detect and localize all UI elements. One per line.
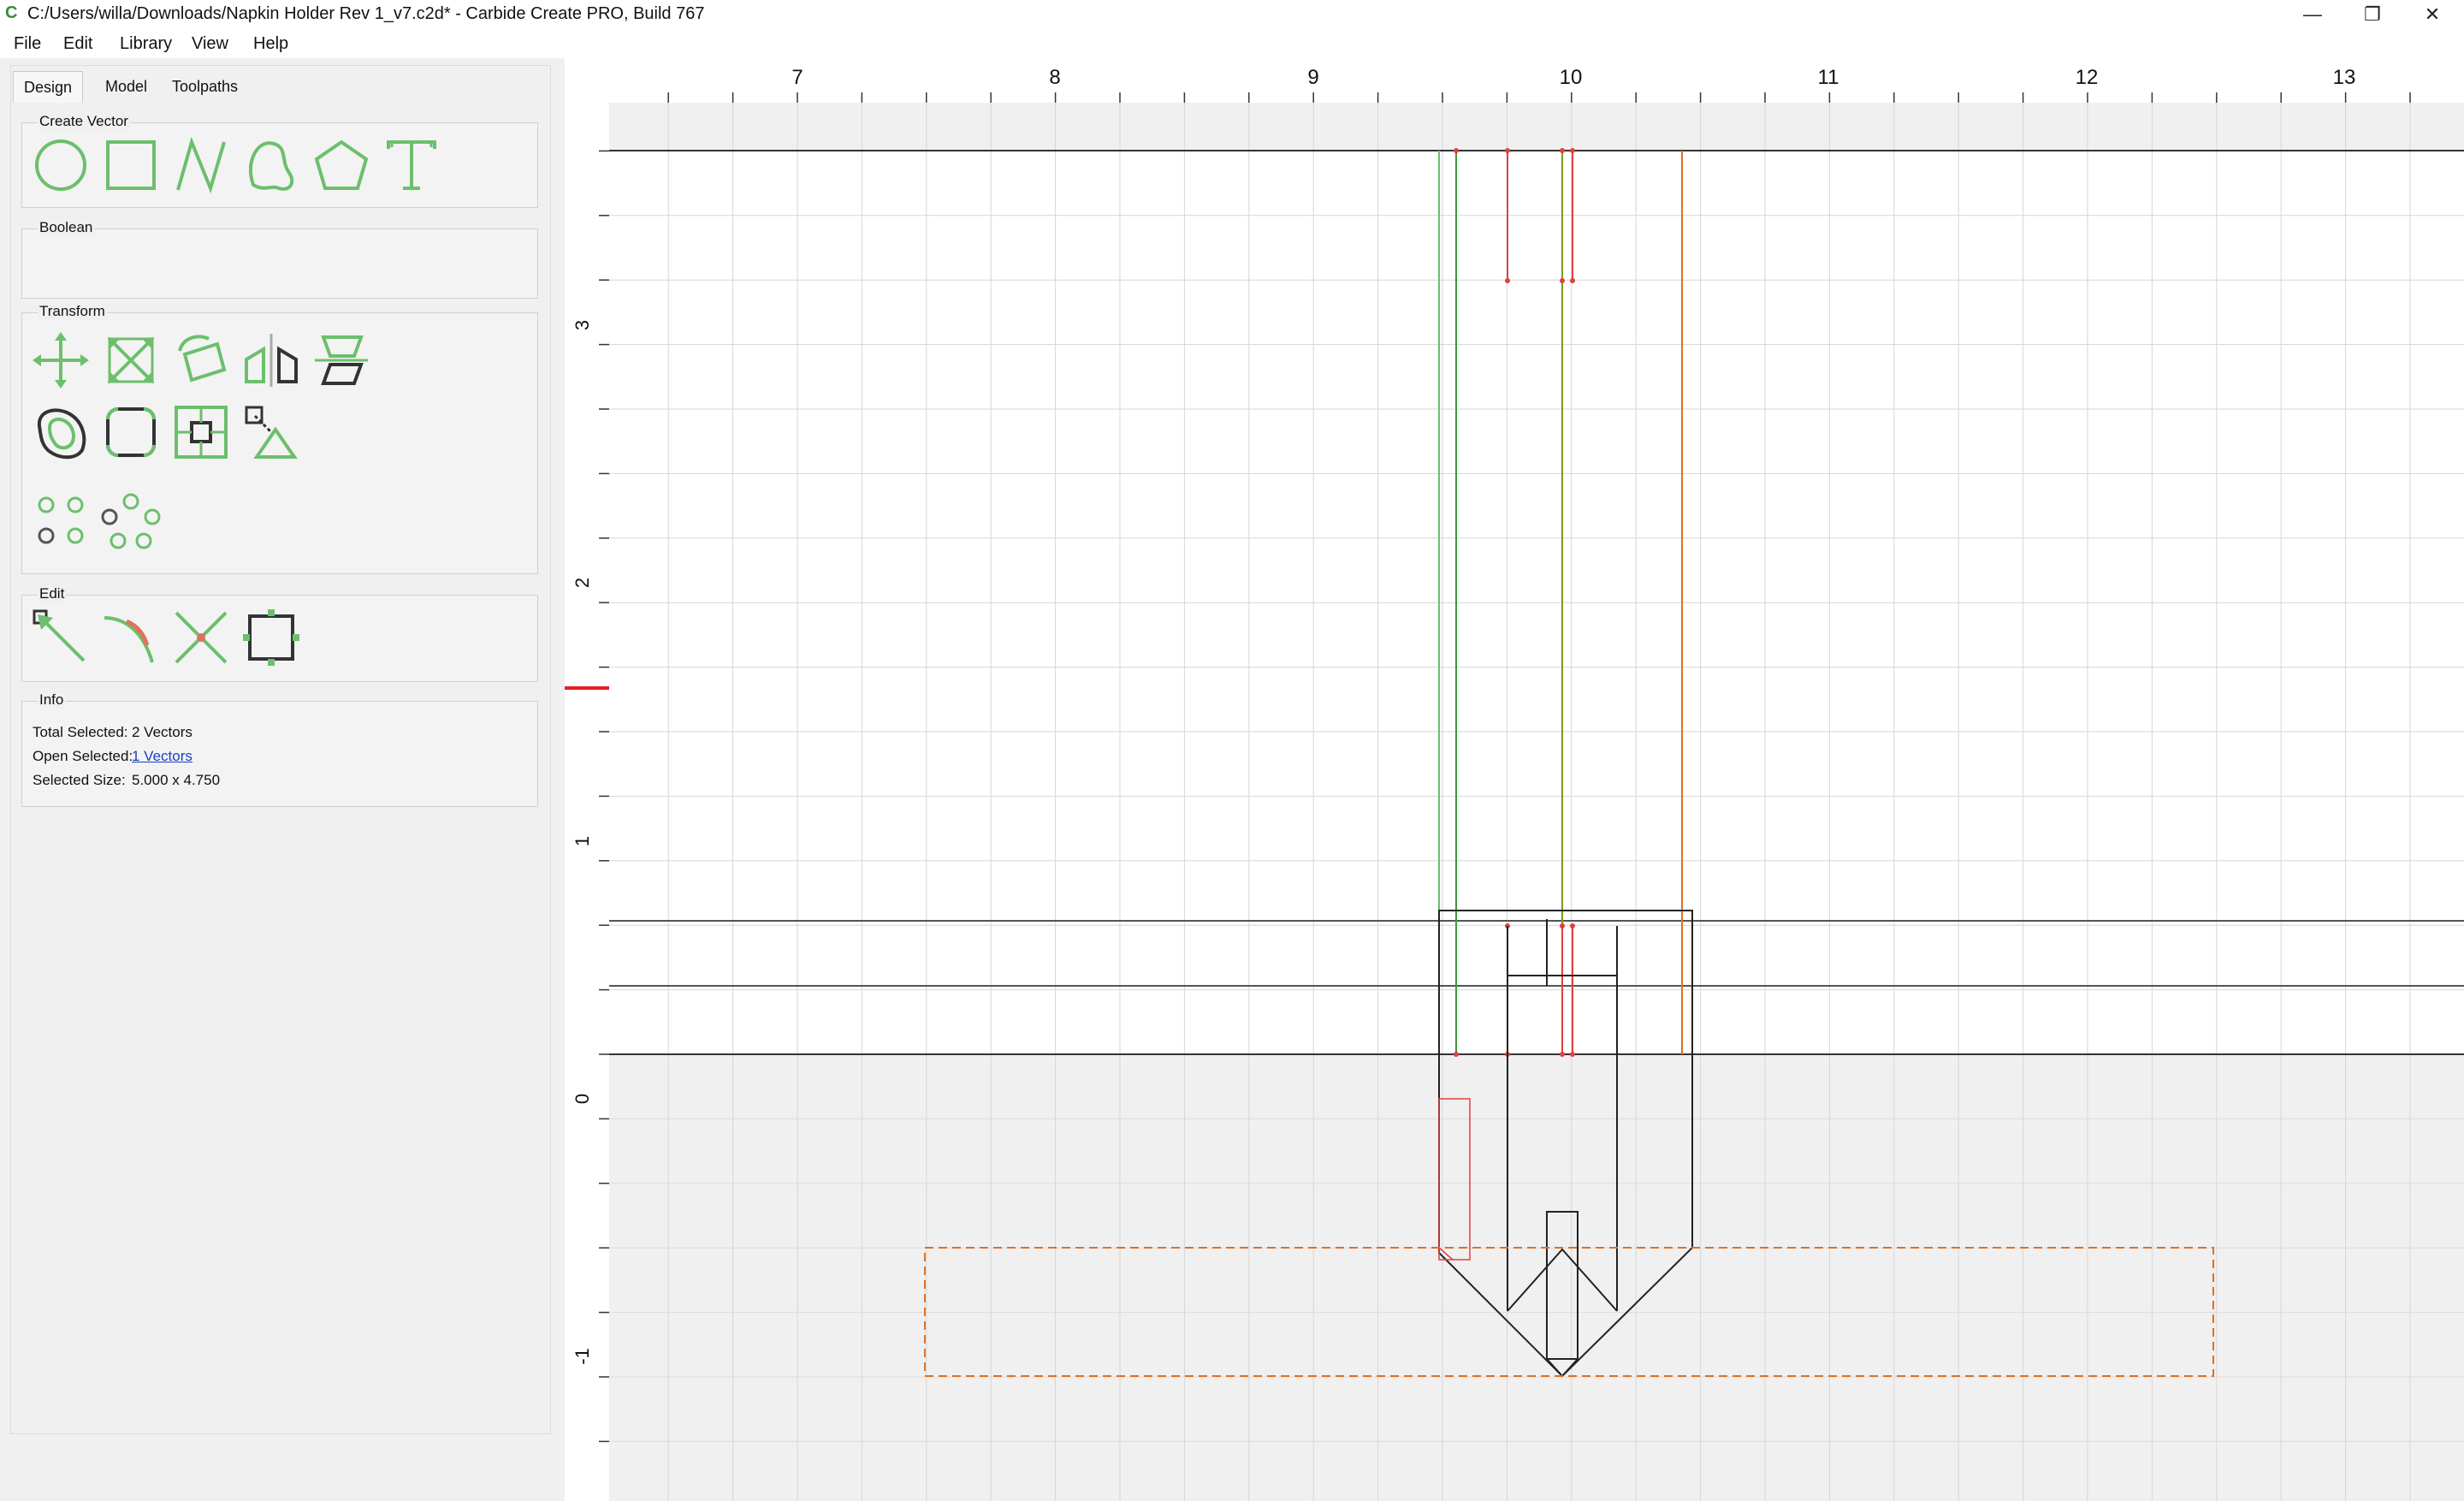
menu-view[interactable]: View: [192, 34, 228, 54]
align-icon[interactable]: [311, 330, 371, 390]
ruler-y-label: 0: [572, 1094, 593, 1104]
circle-icon[interactable]: [31, 135, 91, 195]
menu-edit[interactable]: Edit: [63, 34, 92, 54]
design-canvas-area: 7 8 9 10 11 12 13 3 2 1 0 -1: [565, 58, 2464, 1501]
info-title: Info: [38, 691, 66, 709]
panel-tabs: Design Model Toolpaths: [11, 66, 550, 104]
ruler-x-label: 10: [1560, 66, 1583, 89]
transform-group: Transform: [21, 303, 538, 574]
bounding-box-icon[interactable]: [241, 608, 301, 667]
boolean-title: Boolean: [38, 219, 95, 236]
window-title: C:/Users/willa/Downloads/Napkin Holder R…: [27, 4, 705, 23]
mirror-icon[interactable]: [241, 330, 301, 390]
close-button[interactable]: ✕: [2402, 0, 2462, 31]
info-group: Info Total Selected: 2 Vectors Open Sele…: [21, 691, 538, 807]
ruler-y-label: 2: [572, 578, 593, 588]
ruler-y-label: 3: [572, 320, 593, 330]
fillet-icon[interactable]: [101, 402, 161, 462]
move-icon[interactable]: [31, 330, 91, 390]
menu-library[interactable]: Library: [120, 34, 172, 54]
selected-size-row: Selected Size: 5.000 x 4.750: [33, 772, 220, 789]
app-logo-icon: C: [5, 3, 18, 22]
minimize-button[interactable]: —: [2283, 0, 2343, 31]
total-selected-row: Total Selected: 2 Vectors: [33, 724, 192, 741]
rotate-icon[interactable]: [171, 330, 231, 390]
cut-icon[interactable]: [171, 608, 231, 667]
title-bar: C C:/Users/willa/Downloads/Napkin Holder…: [0, 0, 2464, 31]
selected-size-label: Selected Size:: [33, 772, 126, 788]
ruler-y-label: 1: [572, 836, 593, 846]
ruler-x-label: 9: [1307, 66, 1318, 89]
tab-model[interactable]: Model: [95, 71, 157, 102]
ruler-x-label: 7: [791, 66, 803, 89]
polygon-icon[interactable]: [311, 135, 371, 195]
join-icon[interactable]: [171, 402, 231, 462]
polyline-icon[interactable]: [171, 135, 231, 195]
vertical-ruler: 3 2 1 0 -1: [565, 103, 610, 1501]
ruler-y-label: -1: [572, 1348, 593, 1365]
open-selected-row: Open Selected: 1 Vectors: [33, 748, 192, 765]
ruler-x-label: 13: [2333, 66, 2356, 89]
edit-title: Edit: [38, 585, 67, 602]
offset-icon[interactable]: [31, 402, 91, 462]
edit-group: Edit: [21, 585, 538, 682]
curve-icon[interactable]: [241, 135, 301, 195]
boolean-group: Boolean: [21, 219, 538, 299]
total-selected-label: Total Selected:: [33, 724, 128, 740]
trim-curve-icon[interactable]: [101, 608, 161, 667]
text-icon[interactable]: [382, 135, 441, 195]
create-vector-title: Create Vector: [38, 113, 130, 130]
array-circular-icon[interactable]: [101, 491, 161, 551]
ruler-x-label: 11: [1818, 66, 1839, 89]
nudge-icon[interactable]: [241, 402, 301, 462]
open-selected-link[interactable]: 1 Vectors: [132, 748, 192, 765]
design-panel: Design Model Toolpaths Create Vector Boo…: [10, 65, 551, 1434]
create-vector-group: Create Vector: [21, 113, 538, 208]
tab-design[interactable]: Design: [13, 71, 84, 103]
menu-file[interactable]: File: [14, 34, 41, 54]
total-selected-value: 2 Vectors: [132, 724, 192, 740]
menu-help[interactable]: Help: [253, 34, 288, 54]
menu-bar: File Edit Library View Help: [0, 31, 2464, 58]
selected-size-value: 5.000 x 4.750: [132, 772, 221, 788]
ruler-x-label: 12: [2076, 66, 2099, 89]
node-edit-icon[interactable]: [31, 608, 91, 667]
horizontal-ruler: 7 8 9 10 11 12 13: [565, 58, 2464, 104]
ruler-x-label: 8: [1049, 66, 1060, 89]
open-selected-label: Open Selected:: [33, 748, 133, 764]
transform-title: Transform: [38, 303, 107, 320]
scale-icon[interactable]: [101, 330, 161, 390]
array-grid-icon[interactable]: [31, 491, 91, 551]
drawing-canvas[interactable]: [609, 103, 2464, 1501]
rectangle-icon[interactable]: [101, 135, 161, 195]
maximize-button[interactable]: ❐: [2343, 0, 2402, 31]
tab-toolpaths[interactable]: Toolpaths: [162, 71, 248, 102]
